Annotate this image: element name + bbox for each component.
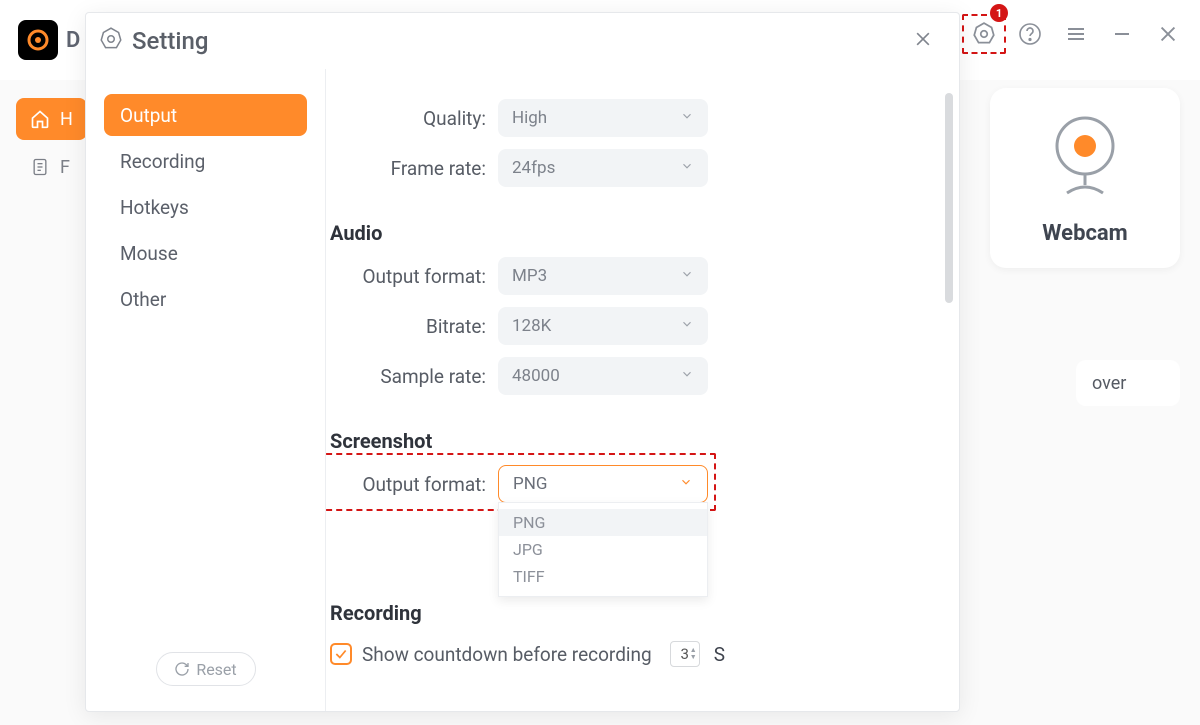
dropdown-option-png[interactable]: PNG xyxy=(499,509,707,536)
sidebar-item-output[interactable]: Output xyxy=(104,94,307,136)
audio-heading: Audio xyxy=(330,221,919,245)
sidebar-item-mouse[interactable]: Mouse xyxy=(104,232,307,274)
recording-heading: Recording xyxy=(330,601,919,625)
settings-modal: Setting Output Recording Hotkeys Mouse O… xyxy=(85,12,960,712)
dropdown-option-jpg[interactable]: JPG xyxy=(499,536,707,563)
reset-icon xyxy=(174,661,190,677)
framerate-select[interactable]: 24fps xyxy=(498,149,708,187)
sidebar-item-other[interactable]: Other xyxy=(104,278,307,320)
nav-home-label: H xyxy=(60,109,73,130)
chevron-down-icon xyxy=(680,266,694,286)
minimize-icon[interactable] xyxy=(1108,20,1136,48)
bitrate-select[interactable]: 128K xyxy=(498,307,708,345)
scrollbar[interactable] xyxy=(945,93,953,303)
bitrate-label: Bitrate: xyxy=(326,315,486,338)
app-logo xyxy=(18,20,58,60)
chevron-down-icon xyxy=(680,316,694,336)
screenshot-format-label: Output format: xyxy=(326,473,486,496)
chevron-down-icon xyxy=(680,366,694,386)
app-name-first-letter: D xyxy=(66,28,80,53)
annotation-badge-1: 1 xyxy=(990,4,1008,22)
voiceover-button-partial[interactable]: over xyxy=(1076,360,1180,406)
screenshot-format-dropdown: PNG JPG TIFF xyxy=(498,502,708,597)
help-icon[interactable] xyxy=(1016,20,1044,48)
countdown-checkbox[interactable] xyxy=(330,643,352,665)
dropdown-option-tiff[interactable]: TIFF xyxy=(499,563,707,590)
nav-files-label: F xyxy=(60,157,70,178)
audio-format-label: Output format: xyxy=(326,265,486,288)
webcam-label: Webcam xyxy=(1042,221,1127,246)
screenshot-format-select[interactable]: PNG PNG JPG TIFF xyxy=(498,465,708,503)
stepper-arrows[interactable]: ▲▼ xyxy=(690,647,697,661)
gear-icon xyxy=(98,26,124,56)
framerate-label: Frame rate: xyxy=(326,157,486,180)
webcam-card[interactable]: Webcam xyxy=(990,88,1180,268)
chevron-down-icon xyxy=(680,108,694,128)
webcam-icon xyxy=(1045,111,1125,201)
countdown-label: Show countdown before recording xyxy=(362,643,652,666)
quality-label: Quality: xyxy=(326,107,486,130)
quality-select[interactable]: High xyxy=(498,99,708,137)
samplerate-select[interactable]: 48000 xyxy=(498,357,708,395)
sidebar-item-hotkeys[interactable]: Hotkeys xyxy=(104,186,307,228)
nav-home[interactable]: H xyxy=(16,98,87,140)
close-modal-button[interactable] xyxy=(907,23,939,59)
sidebar-item-recording[interactable]: Recording xyxy=(104,140,307,182)
chevron-down-icon xyxy=(680,158,694,178)
countdown-suffix: S xyxy=(714,643,725,666)
reset-button[interactable]: Reset xyxy=(156,652,256,686)
menu-icon[interactable] xyxy=(1062,20,1090,48)
close-app-icon[interactable] xyxy=(1154,20,1182,48)
modal-title: Setting xyxy=(132,27,907,55)
chevron-down-icon xyxy=(679,474,693,494)
screenshot-heading: Screenshot xyxy=(330,429,919,453)
countdown-value-input[interactable]: 3 ▲▼ xyxy=(670,641,700,667)
audio-format-select[interactable]: MP3 xyxy=(498,257,708,295)
samplerate-label: Sample rate: xyxy=(326,365,486,388)
nav-files[interactable]: F xyxy=(16,146,87,188)
settings-gear-icon[interactable]: 1 xyxy=(970,20,998,48)
